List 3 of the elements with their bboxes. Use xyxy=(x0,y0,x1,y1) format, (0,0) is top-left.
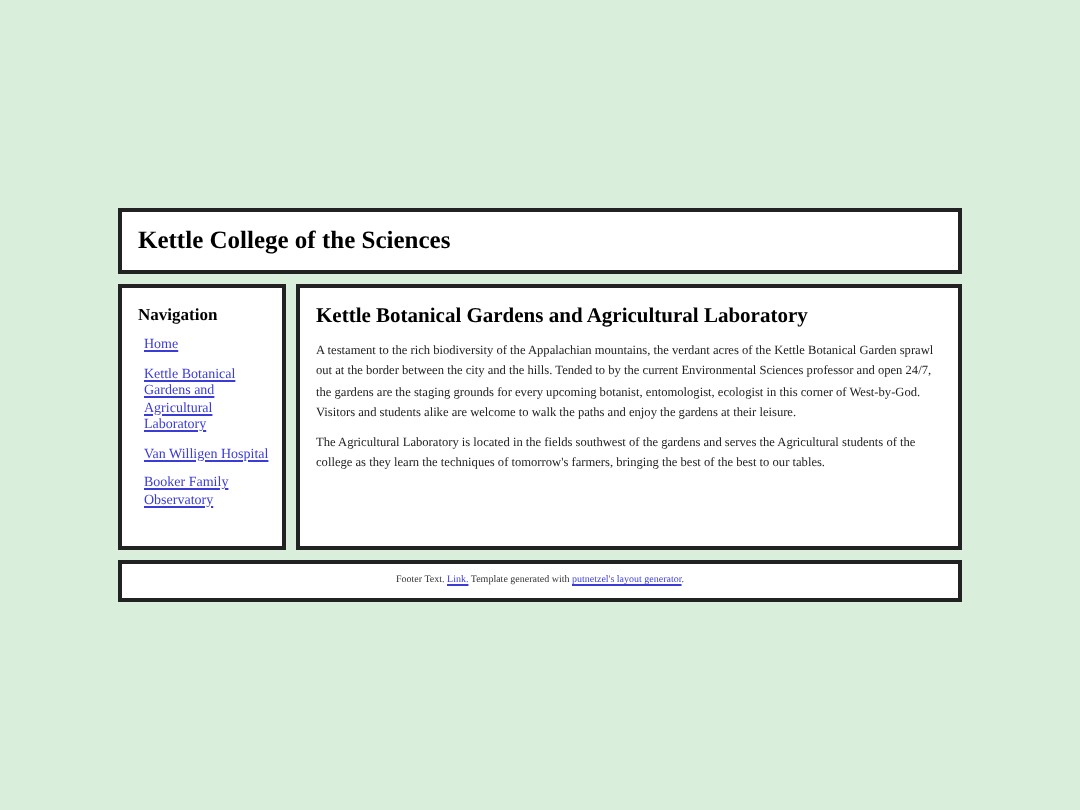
content-heading: Kettle Botanical Gardens and Agricultural Laboratory xyxy=(316,306,810,328)
navigation-heading: Navigation xyxy=(138,304,220,324)
site-title: Kettle College of the Sciences xyxy=(138,226,451,256)
